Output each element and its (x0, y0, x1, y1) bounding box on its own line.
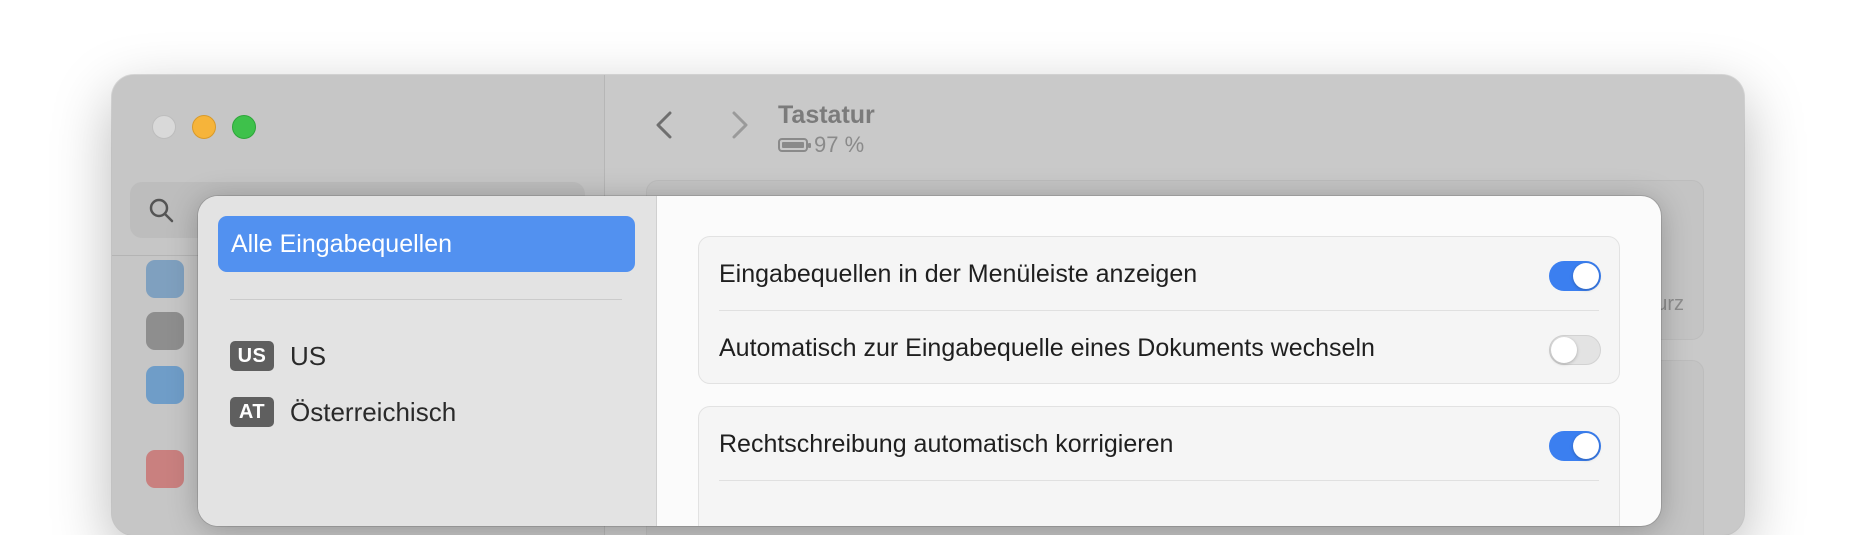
toggle-knob (1551, 337, 1577, 363)
battery-status: 97 % (778, 132, 864, 158)
input-source-label: Österreichisch (290, 396, 457, 427)
input-sources-sheet: Alle Eingabequellen US US AT Österreichi… (198, 196, 1661, 526)
input-source-us[interactable]: US US (230, 340, 326, 372)
settings-group: Rechtschreibung automatisch korrigieren (698, 406, 1620, 526)
back-chevron-icon[interactable] (646, 105, 686, 145)
window-title: Tastatur (778, 101, 875, 129)
forward-chevron-icon[interactable] (718, 105, 758, 145)
sidebar-item-all-input-sources[interactable]: Alle Eingabequellen (218, 216, 635, 272)
input-sources-sidebar: Alle Eingabequellen US US AT Österreichi… (198, 196, 657, 526)
battery-percent: 97 % (814, 132, 865, 157)
search-icon (149, 198, 174, 223)
minimize-window-button[interactable] (192, 115, 216, 139)
setting-row-show-in-menu-bar: Eingabequellen in der Menüleiste anzeige… (699, 237, 1619, 311)
setting-label: Eingabequellen in der Menüleiste anzeige… (719, 259, 1198, 288)
input-source-badge: US (230, 341, 274, 371)
setting-label: Rechtschreibung automatisch korrigieren (719, 429, 1174, 458)
screen-time-icon[interactable] (146, 260, 184, 298)
setting-row-auto-switch-source: Automatisch zur Eingabequelle eines Doku… (699, 311, 1619, 385)
input-source-badge: AT (230, 397, 274, 427)
notifications-icon[interactable] (146, 450, 184, 488)
close-window-button[interactable] (152, 115, 176, 139)
input-source-at[interactable]: AT Österreichisch (230, 396, 456, 428)
autocorrect-spelling-toggle[interactable] (1549, 431, 1601, 461)
toggle-knob (1573, 263, 1599, 289)
auto-switch-source-toggle[interactable] (1549, 335, 1601, 365)
zoom-window-button[interactable] (232, 115, 256, 139)
input-sources-settings: Eingabequellen in der Menüleiste anzeige… (658, 196, 1661, 526)
spotlight-icon[interactable] (146, 312, 184, 350)
setting-row-autocorrect-spelling: Rechtschreibung automatisch korrigieren (699, 407, 1619, 481)
input-source-label: US (290, 340, 327, 371)
toggle-knob (1573, 433, 1599, 459)
settings-group: Eingabequellen in der Menüleiste anzeige… (698, 236, 1620, 384)
row-divider (719, 480, 1599, 481)
show-in-menu-bar-toggle[interactable] (1549, 261, 1601, 291)
sidebar-divider (230, 299, 622, 300)
accessibility-icon[interactable] (146, 366, 184, 404)
battery-icon (778, 138, 811, 152)
setting-label: Automatisch zur Eingabequelle eines Doku… (719, 333, 1375, 362)
